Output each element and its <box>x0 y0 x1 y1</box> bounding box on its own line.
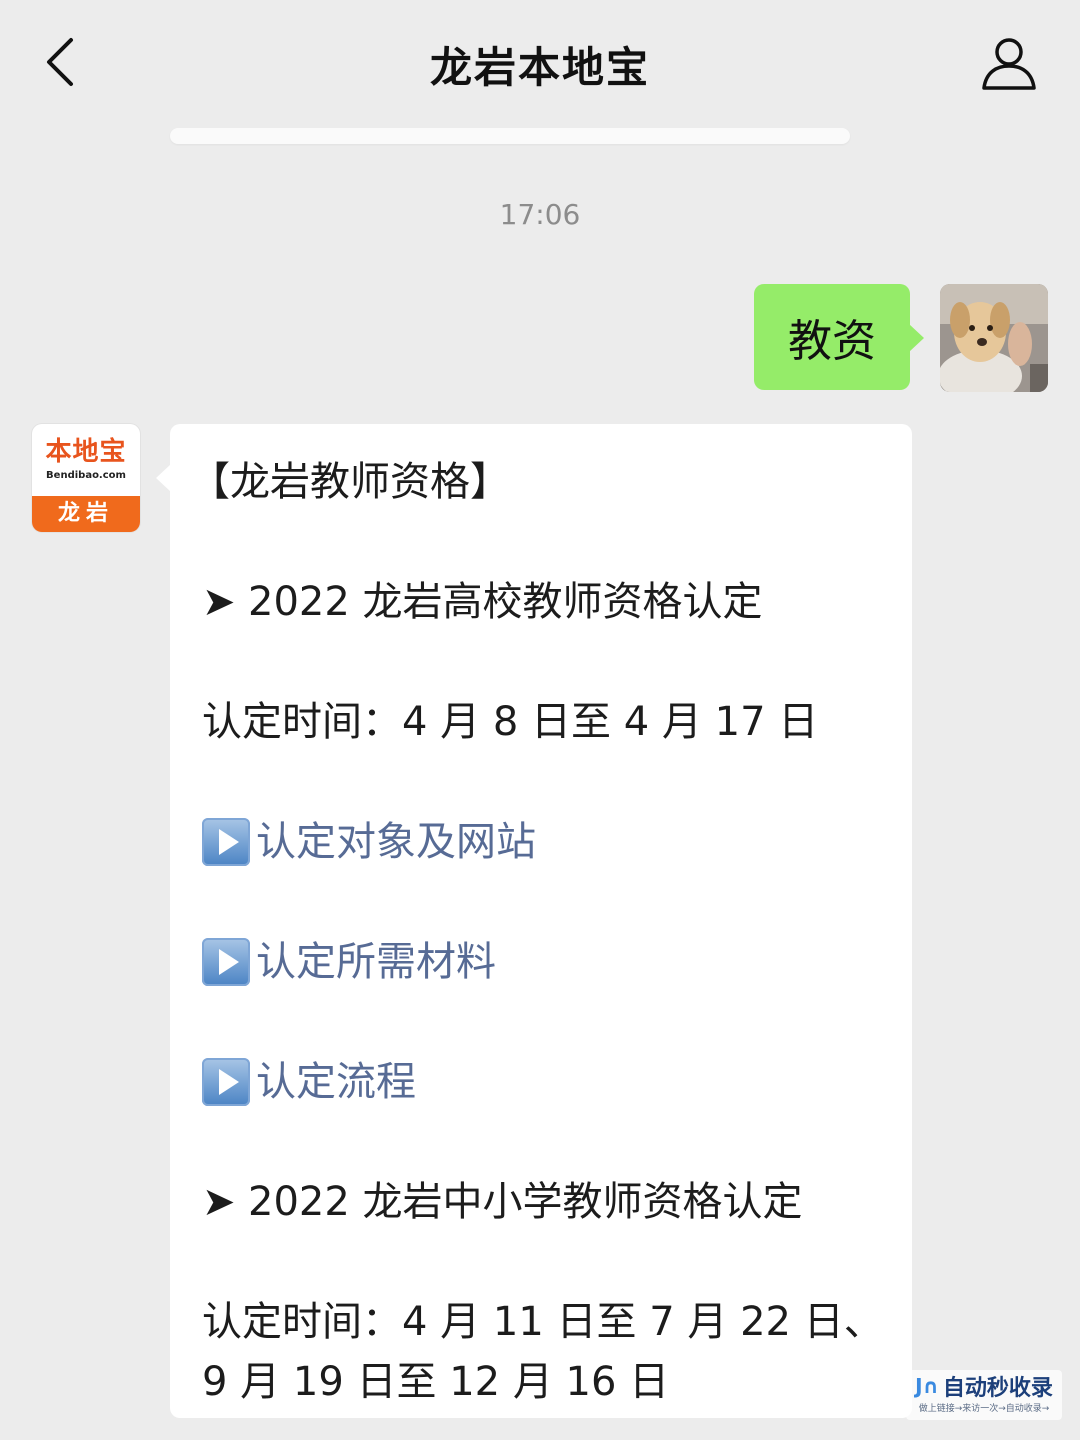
message-timestamp: 17:06 <box>499 198 581 231</box>
watermark-tagline: 做上链接→来访一次→自动收录→ <box>918 1404 1050 1414</box>
chat-title: 龙岩本地宝 <box>429 43 650 92</box>
certification-time-primary-line2: 9 月 19 日至 12 月 16 日 <box>202 1359 670 1405</box>
play-icon <box>202 818 250 866</box>
outgoing-message-text: 教资 <box>788 316 876 367</box>
arrow-icon: ➤ <box>202 579 236 625</box>
link-certification-process[interactable]: 认定流程 <box>202 1052 892 1112</box>
certification-time-primary-line1: 认定时间：4 月 11 日至 7 月 22 日、 <box>202 1299 884 1345</box>
incoming-message-bubble: 【龙岩教师资格】 ➤ 2022 龙岩高校教师资格认定 认定时间：4 月 8 日至 … <box>156 424 912 1418</box>
section-title-university: ➤ 2022 龙岩高校教师资格认定 <box>202 572 892 632</box>
section-title-text: 2022 龙岩中小学教师资格认定 <box>248 1179 803 1225</box>
message-heading: 【龙岩教师资格】 <box>190 459 510 505</box>
link-certification-targets[interactable]: 认定对象及网站 <box>202 812 892 872</box>
brand-domain: Bendibao.com <box>46 470 126 481</box>
section-title-primary-secondary: ➤ 2022 龙岩中小学教师资格认定 <box>202 1172 892 1232</box>
chat-header: 龙岩本地宝 <box>0 0 1080 125</box>
brand-city: 龙岩 <box>32 496 140 532</box>
link-label: 认定流程 <box>256 1059 416 1105</box>
link-label: 认定对象及网站 <box>256 819 536 865</box>
link-label: 认定所需材料 <box>256 939 496 985</box>
outgoing-message-bubble[interactable]: 教资 <box>754 284 924 390</box>
profile-button[interactable] <box>978 32 1040 94</box>
chat-screen: 龙岩本地宝 17:06 教资 本地宝 Bendibao.com 龙岩 【龙岩教师… <box>0 0 1080 1440</box>
play-icon <box>202 938 250 986</box>
puppy-photo-icon <box>940 284 1048 392</box>
link-required-materials[interactable]: 认定所需材料 <box>202 932 892 992</box>
section-title-text: 2022 龙岩高校教师资格认定 <box>248 579 763 625</box>
arrow-icon: ➤ <box>202 1179 236 1225</box>
watermark-logo-icon: J∩ <box>915 1374 939 1398</box>
watermark-title: J∩ 自动秒收录 <box>906 1370 1062 1402</box>
play-icon <box>202 1058 250 1106</box>
watermark: J∩ 自动秒收录 做上链接→来访一次→自动收录→ <box>906 1370 1062 1420</box>
brand-logo: 本地宝 Bendibao.com <box>32 424 140 496</box>
brand-name: 本地宝 <box>45 437 127 467</box>
user-avatar[interactable] <box>940 284 1048 392</box>
certification-time-university: 认定时间：4 月 8 日至 4 月 17 日 <box>202 699 819 745</box>
pinned-notice-bar[interactable] <box>170 128 850 144</box>
official-account-avatar[interactable]: 本地宝 Bendibao.com 龙岩 <box>32 424 140 532</box>
person-icon <box>982 38 1036 90</box>
watermark-name: 自动秒收录 <box>942 1376 1053 1401</box>
